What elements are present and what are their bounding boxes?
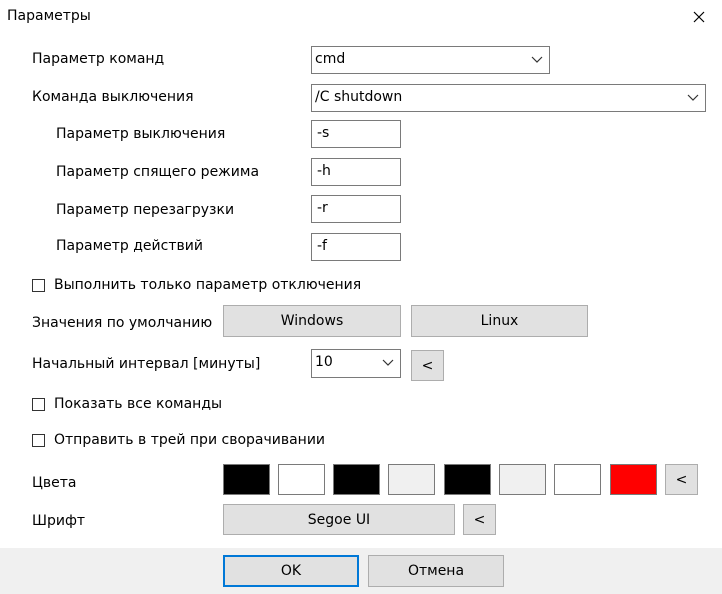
minimize-to-tray-label: Отправить в трей при сворачивании: [54, 432, 326, 448]
chevron-down-icon: [687, 94, 699, 101]
only-shutdown-param-checkbox[interactable]: [32, 279, 45, 292]
chevron-down-icon: [531, 56, 543, 63]
action-param-input[interactable]: [317, 238, 397, 254]
sleep-param-label: Параметр спящего режима: [56, 164, 260, 180]
color-swatch-3[interactable]: [333, 464, 380, 495]
colors-back-button[interactable]: <: [665, 464, 698, 495]
command-param-label: Параметр команд: [32, 51, 165, 67]
color-swatch-4[interactable]: [388, 464, 435, 495]
colors-label: Цвета: [32, 475, 77, 491]
color-swatch-1[interactable]: [223, 464, 270, 495]
dialog-footer: OK Отмена: [0, 548, 722, 594]
action-param-field[interactable]: [311, 233, 401, 261]
shutdown-command-label: Команда выключения: [32, 89, 194, 105]
restart-param-input[interactable]: [317, 200, 397, 216]
close-button[interactable]: [676, 0, 722, 34]
restart-param-field[interactable]: [311, 195, 401, 223]
color-swatch-5[interactable]: [444, 464, 491, 495]
color-swatch-6[interactable]: [499, 464, 546, 495]
font-back-button[interactable]: <: [463, 504, 496, 535]
shutdown-param-input[interactable]: [317, 125, 397, 141]
shutdown-param-label: Параметр выключения: [56, 126, 226, 142]
dialog-body: Параметр команд cmd Команда выключения /…: [0, 34, 722, 548]
close-icon: [693, 11, 705, 23]
windows-defaults-button[interactable]: Windows: [223, 305, 401, 337]
defaults-label: Значения по умолчанию: [32, 315, 213, 331]
sleep-param-input[interactable]: [317, 163, 397, 179]
minimize-to-tray-checkbox[interactable]: [32, 434, 45, 447]
linux-defaults-button[interactable]: Linux: [411, 305, 588, 337]
color-swatch-7[interactable]: [554, 464, 601, 495]
shutdown-command-combo[interactable]: /C shutdown: [311, 84, 706, 112]
font-label: Шрифт: [32, 513, 86, 529]
restart-param-label: Параметр перезагрузки: [56, 202, 235, 218]
font-button[interactable]: Segoe UI: [223, 504, 455, 535]
title-bar: Параметры: [0, 0, 722, 34]
sleep-param-field[interactable]: [311, 158, 401, 186]
interval-label: Начальный интервал [минуты]: [32, 356, 261, 372]
cancel-button[interactable]: Отмена: [368, 555, 504, 587]
action-param-label: Параметр действий: [56, 238, 203, 254]
interval-value: 10: [315, 354, 333, 370]
ok-button[interactable]: OK: [223, 555, 359, 587]
command-param-value: cmd: [315, 51, 346, 67]
only-shutdown-param-label: Выполнить только параметр отключения: [54, 277, 362, 293]
show-all-commands-label: Показать все команды: [54, 396, 223, 412]
interval-back-button[interactable]: <: [411, 350, 444, 381]
color-swatch-2[interactable]: [278, 464, 325, 495]
window-title: Параметры: [7, 8, 91, 24]
show-all-commands-checkbox[interactable]: [32, 398, 45, 411]
chevron-down-icon: [382, 359, 394, 366]
interval-combo[interactable]: 10: [311, 349, 401, 378]
shutdown-param-field[interactable]: [311, 120, 401, 148]
settings-dialog: Параметры Параметр команд cmd Команда вы…: [0, 0, 722, 594]
command-param-combo[interactable]: cmd: [311, 46, 550, 74]
color-swatch-8[interactable]: [610, 464, 657, 495]
shutdown-command-value: /C shutdown: [315, 89, 403, 105]
